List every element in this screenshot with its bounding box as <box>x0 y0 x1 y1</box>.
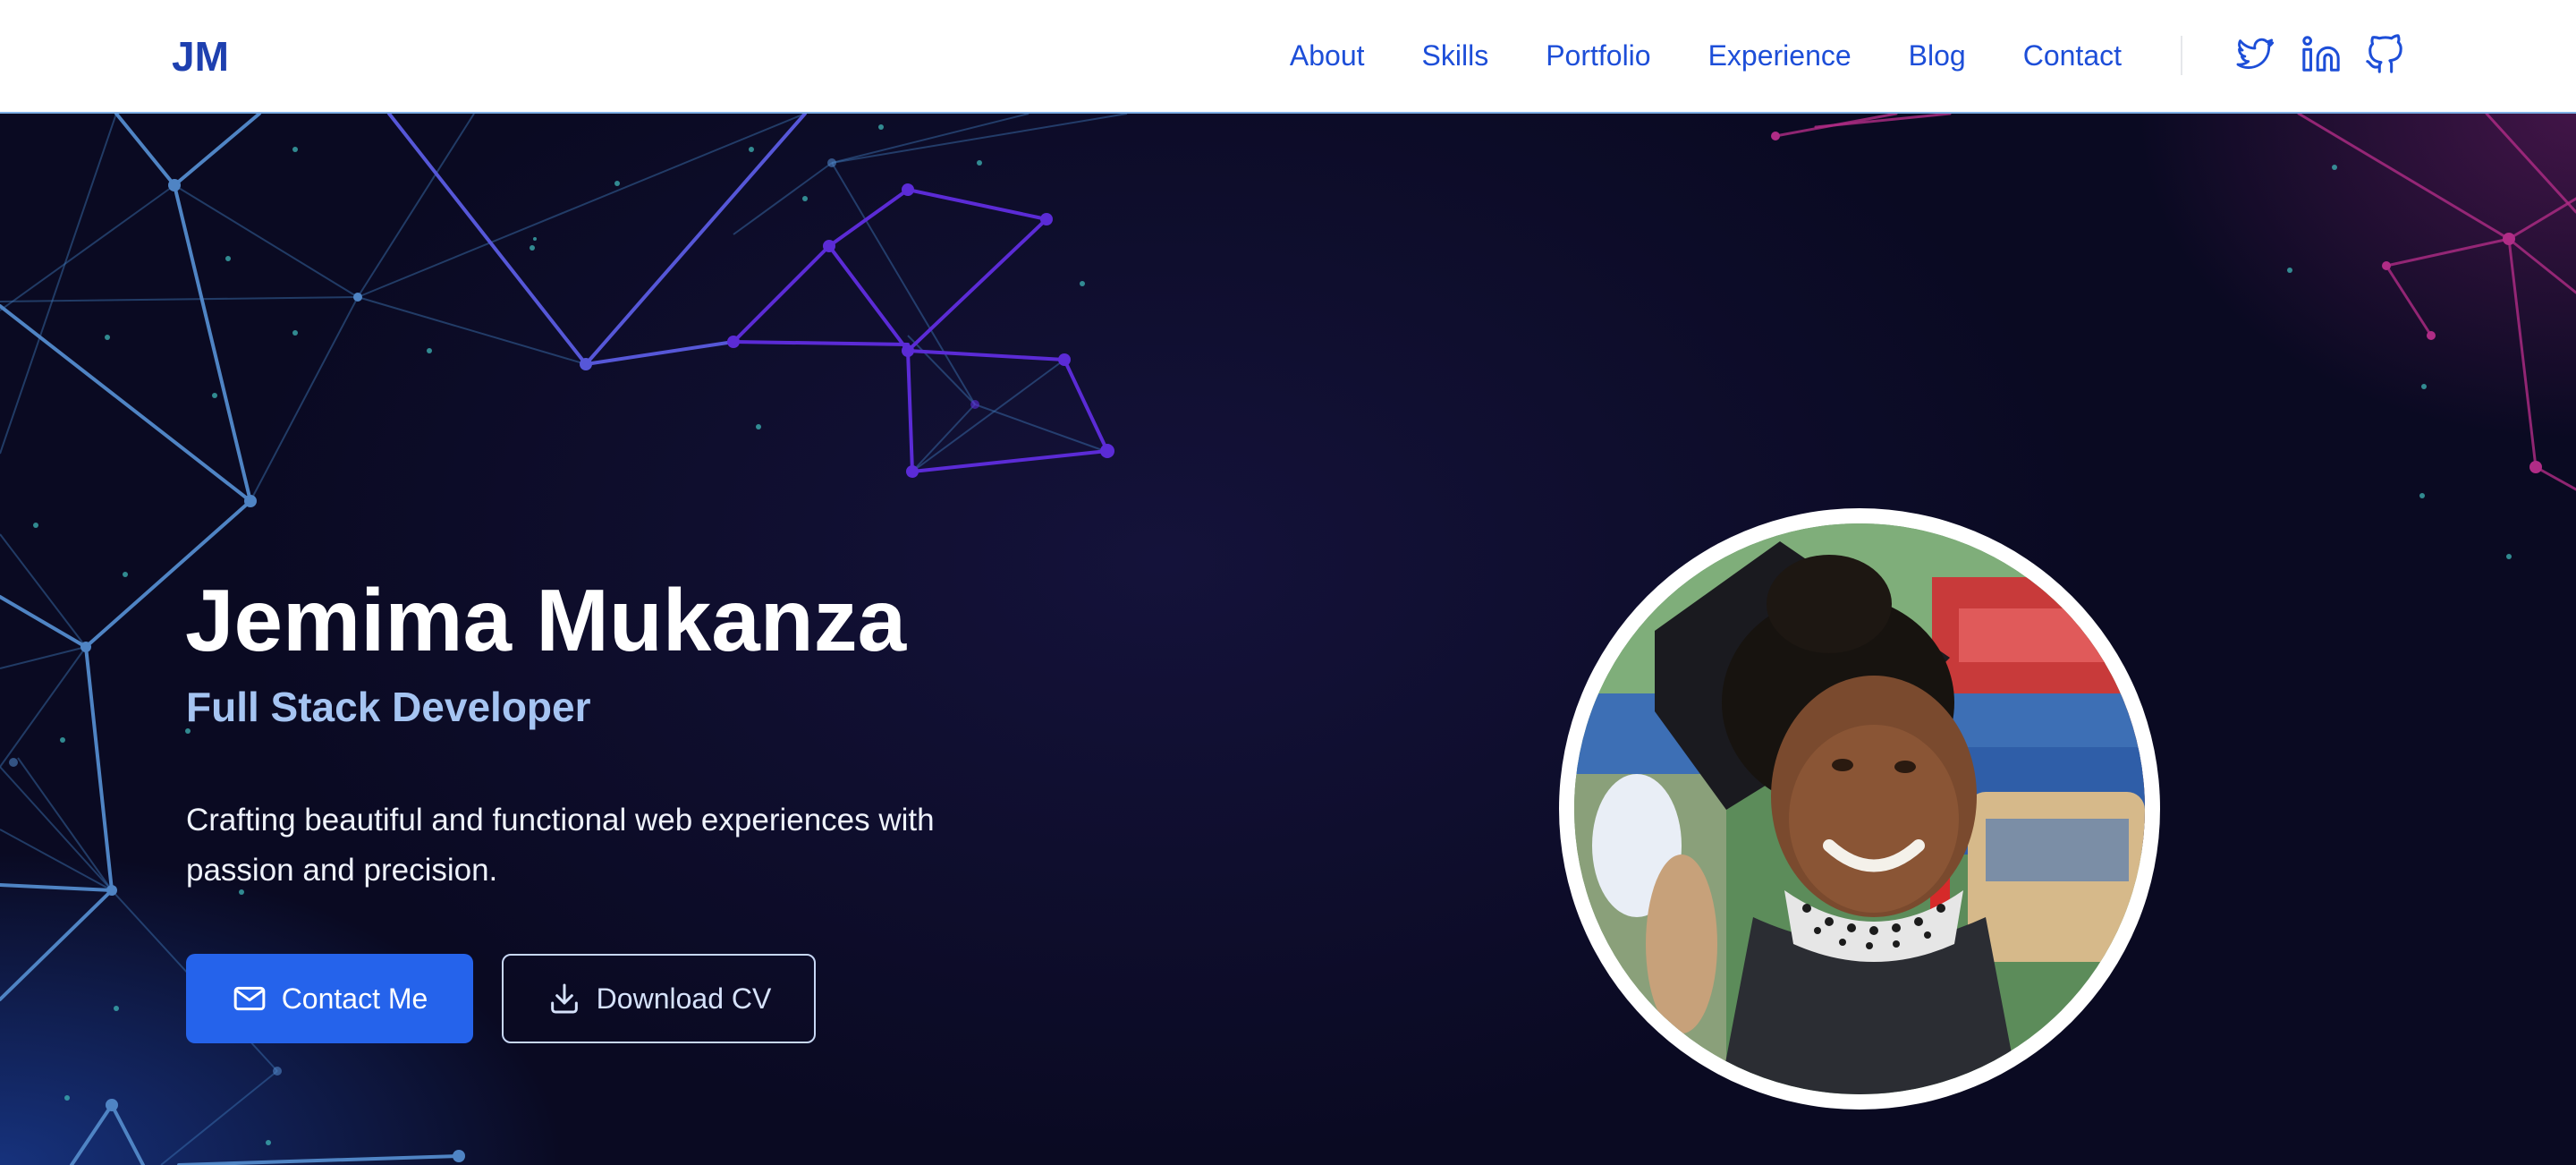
github-icon[interactable] <box>2364 34 2405 75</box>
profile-photo-frame <box>1559 508 2160 1110</box>
nav-link-skills[interactable]: Skills <box>1422 39 1489 72</box>
nav-link-contact[interactable]: Contact <box>2023 39 2122 72</box>
hero-tagline: Crafting beautiful and functional web ex… <box>186 803 935 888</box>
mail-icon <box>233 986 266 1011</box>
nav-links: About Skills Portfolio Experience Blog C… <box>1233 0 2122 112</box>
contact-me-button[interactable]: Contact Me <box>186 954 473 1043</box>
hero-role: Full Stack Developer <box>186 684 591 730</box>
hero-section: Jemima Mukanza Full Stack Developer Craf… <box>0 114 2576 1165</box>
top-navbar: JM About Skills Portfolio Experience Blo… <box>0 0 2576 114</box>
nav-link-about[interactable]: About <box>1290 39 1365 72</box>
twitter-icon[interactable] <box>2236 34 2277 75</box>
linkedin-icon[interactable] <box>2301 34 2342 75</box>
profile-photo <box>1574 523 2145 1094</box>
download-cv-button[interactable]: Download CV <box>502 954 816 1043</box>
download-cv-label: Download CV <box>596 982 772 1015</box>
hero-name: Jemima Mukanza <box>185 571 907 669</box>
site-logo[interactable]: JM <box>172 32 229 81</box>
nav-link-experience[interactable]: Experience <box>1708 39 1852 72</box>
nav-link-portfolio[interactable]: Portfolio <box>1546 39 1650 72</box>
download-icon <box>550 983 578 1014</box>
nav-link-blog[interactable]: Blog <box>1909 39 1966 72</box>
nav-divider <box>2181 36 2182 75</box>
contact-me-label: Contact Me <box>281 982 428 1015</box>
